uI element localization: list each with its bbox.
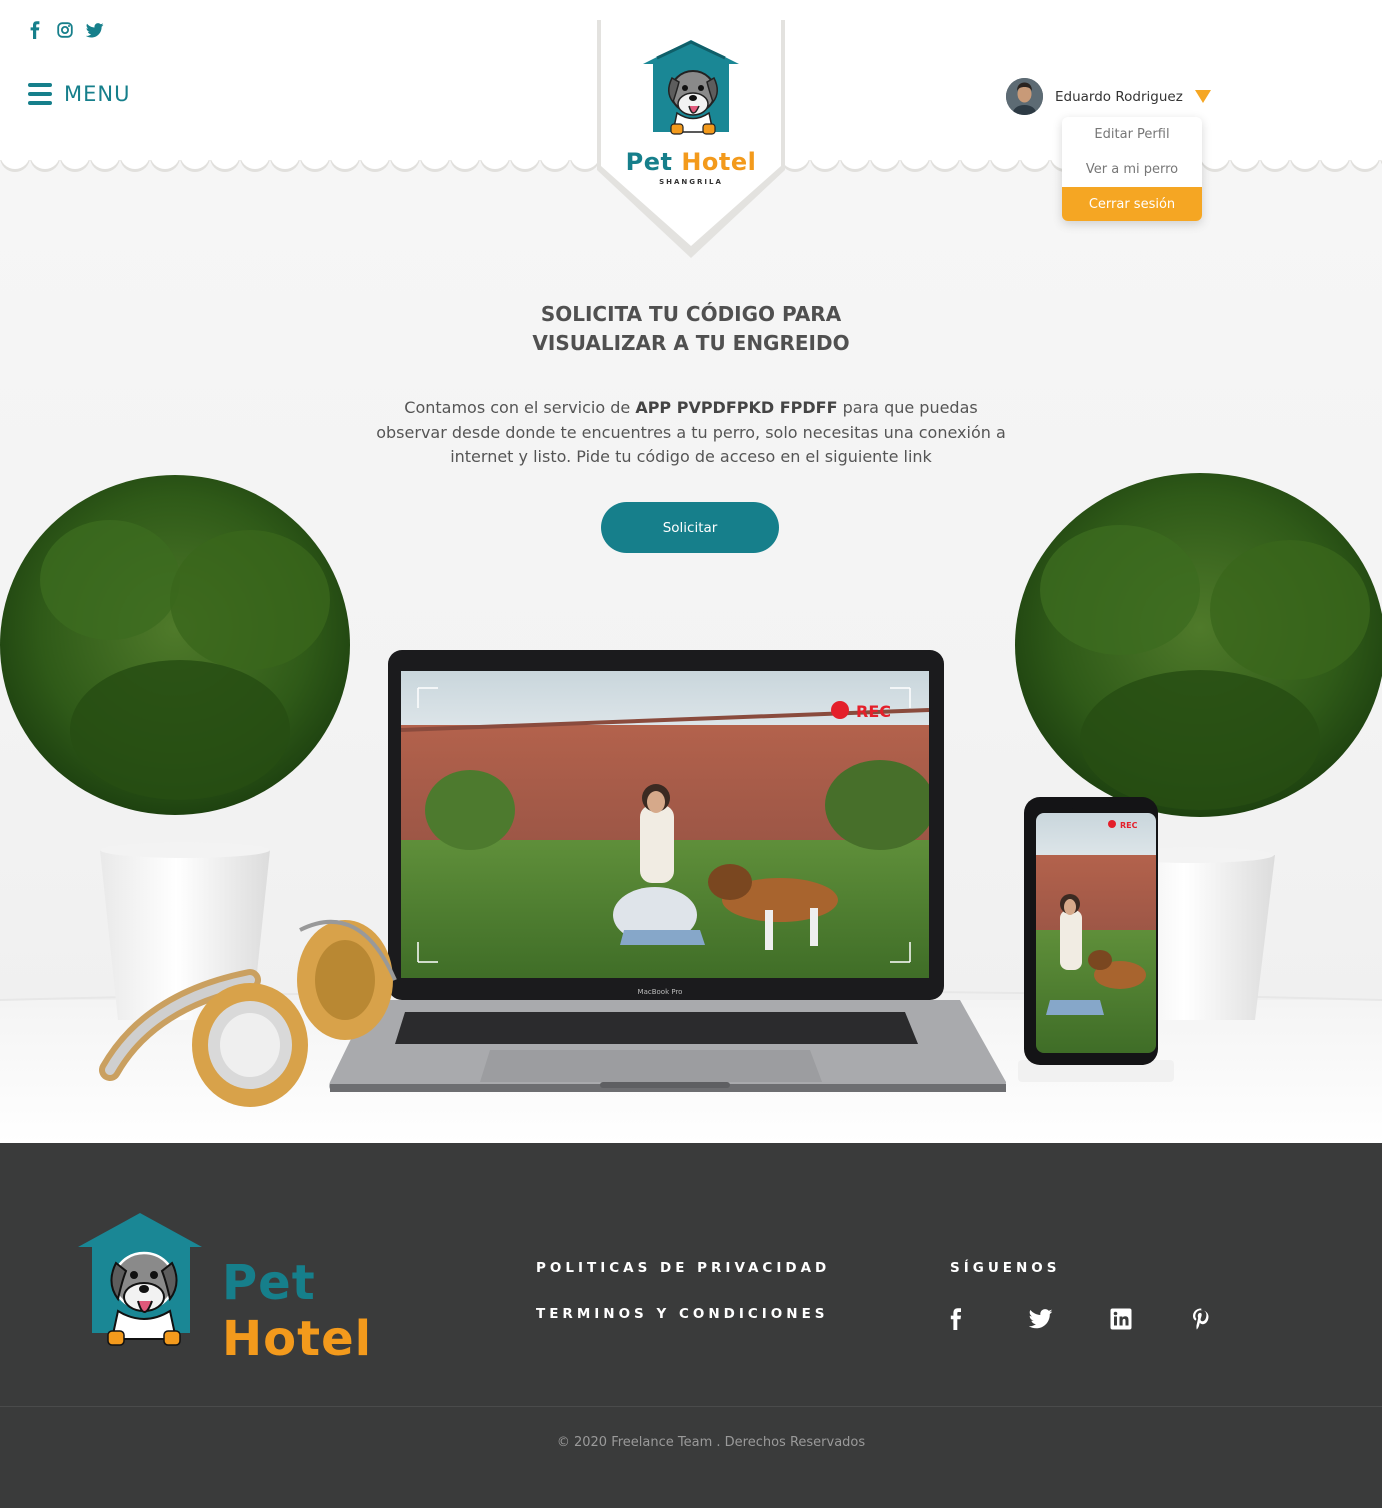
site-logo[interactable]: Pet Hotel SHANGRILA	[597, 20, 785, 260]
hero-section: SOLICITA TU CÓDIGO PARA VISUALIZAR A TU …	[0, 160, 1382, 1143]
avatar	[1006, 78, 1043, 115]
hero-title-line1: SOLICITA TU CÓDIGO PARA	[540, 302, 842, 326]
menu-item-cerrar-sesion[interactable]: Cerrar sesión	[1062, 187, 1202, 221]
rec-label: REC	[856, 702, 891, 721]
twitter-icon[interactable]	[1029, 1307, 1053, 1331]
site-footer: Pet Hotel POLITICAS DE PRIVACIDAD TERMIN…	[0, 1143, 1382, 1508]
left-plant	[0, 475, 350, 1020]
pinterest-icon[interactable]	[1189, 1307, 1213, 1331]
logo-wordmark: Pet Hotel	[597, 148, 785, 176]
facebook-icon[interactable]	[26, 20, 44, 40]
user-menu-toggle[interactable]: Eduardo Rodriguez	[1006, 78, 1211, 115]
caret-down-icon	[1194, 90, 1211, 103]
footer-logo-word-hotel: Hotel	[222, 1311, 373, 1367]
linkedin-icon[interactable]	[1109, 1307, 1133, 1331]
hero-title-line2: VISUALIZAR A TU ENGREIDO	[532, 331, 850, 355]
instagram-icon[interactable]	[56, 20, 74, 40]
menu-item-ver-mi-perro[interactable]: Ver a mi perro	[1062, 152, 1202, 187]
hero-text-bold: APP PVPDFPKD FPDFF	[635, 398, 838, 417]
copyright-text: © 2020 Freelance Team . Derechos Reserva…	[556, 1435, 866, 1450]
footer-logo-wordmark: Pet Hotel	[222, 1255, 438, 1367]
link-terminos-condiciones[interactable]: TERMINOS Y CONDICIONES	[536, 1306, 829, 1322]
hero-scene-illustration: REC MacBook Pro REC	[0, 473, 1382, 1143]
hero-title: SOLICITA TU CÓDIGO PARA VISUALIZAR A TU …	[0, 300, 1382, 358]
footer-logo-word-pet: Pet	[222, 1255, 316, 1311]
header-social-links	[26, 20, 104, 40]
facebook-icon[interactable]	[944, 1307, 968, 1331]
phone-rec-label: REC	[1120, 821, 1138, 830]
twitter-icon[interactable]	[86, 20, 104, 40]
user-name: Eduardo Rodriguez	[1055, 88, 1183, 105]
menu-item-editar-perfil[interactable]: Editar Perfil	[1062, 117, 1202, 152]
hero-text-start: Contamos con el servicio de	[404, 398, 636, 417]
logo-subtitle: SHANGRILA	[659, 178, 723, 186]
laptop-brand: MacBook Pro	[638, 988, 683, 996]
footer-logo[interactable]: Pet Hotel	[78, 1213, 438, 1367]
laptop: REC MacBook Pro	[329, 650, 1007, 1092]
footer-divider	[0, 1406, 1382, 1407]
logo-word-pet: Pet	[625, 148, 673, 176]
hamburger-icon	[28, 83, 52, 105]
menu-label: MENU	[64, 82, 131, 106]
hero-description: Contamos con el servicio de APP PVPDFPKD…	[376, 396, 1006, 470]
logo-word-hotel: Hotel	[681, 148, 757, 176]
link-politicas-privacidad[interactable]: POLITICAS DE PRIVACIDAD	[536, 1260, 830, 1276]
user-dropdown-menu: Editar Perfil Ver a mi perro Cerrar sesi…	[1062, 117, 1202, 221]
follow-title: SÍGUENOS	[950, 1260, 1061, 1276]
menu-button[interactable]: MENU	[28, 82, 130, 106]
phone: REC	[1018, 797, 1174, 1082]
